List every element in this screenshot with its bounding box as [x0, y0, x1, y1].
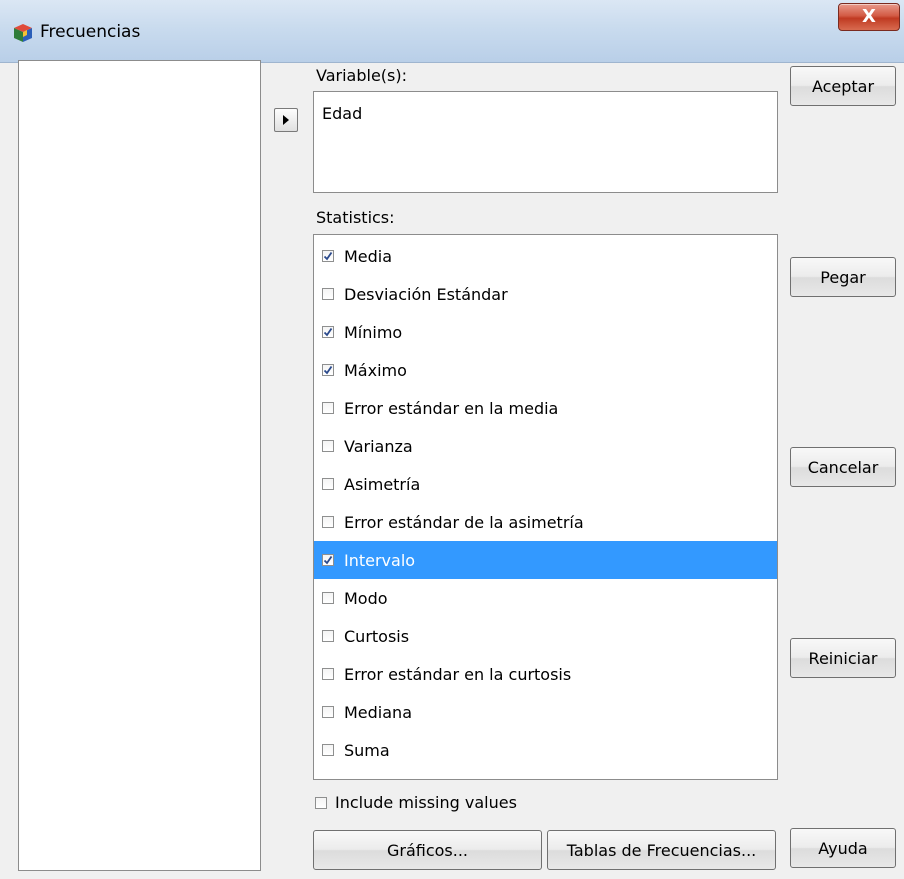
statistic-checkbox[interactable]	[322, 478, 334, 490]
source-variable-list[interactable]	[18, 60, 261, 871]
statistic-item[interactable]: Error estándar de la asimetría	[314, 503, 777, 541]
statistic-item[interactable]: Varianza	[314, 427, 777, 465]
statistic-item[interactable]: Modo	[314, 579, 777, 617]
statistic-label: Desviación Estándar	[344, 284, 508, 304]
tablas-frecuencias-label: Tablas de Frecuencias...	[566, 840, 757, 860]
ayuda-label: Ayuda	[818, 838, 868, 858]
statistic-label: Varianza	[344, 436, 413, 456]
statistic-item[interactable]: Media	[314, 237, 777, 275]
statistic-item[interactable]: Error estándar en la curtosis	[314, 655, 777, 693]
statistic-label: Modo	[344, 588, 388, 608]
cancelar-label: Cancelar	[807, 457, 879, 477]
cancelar-button[interactable]: Cancelar	[790, 447, 896, 487]
variable-item[interactable]: Edad	[322, 104, 362, 123]
statistics-list[interactable]: Media Desviación Estándar Mínimo Máximo Erro…	[313, 234, 778, 780]
statistic-checkbox[interactable]	[322, 630, 334, 642]
statistic-checkbox[interactable]	[322, 516, 334, 528]
statistic-label: Mediana	[344, 702, 412, 722]
include-missing-label: Include missing values	[335, 793, 517, 812]
statistic-item[interactable]: Curtosis	[314, 617, 777, 655]
move-variable-button[interactable]	[274, 108, 298, 132]
ayuda-button[interactable]: Ayuda	[790, 828, 896, 868]
graficos-button[interactable]: Gráficos...	[313, 830, 542, 870]
statistic-checkbox[interactable]	[322, 440, 334, 452]
aceptar-button[interactable]: Aceptar	[790, 66, 896, 106]
statistic-item[interactable]: Asimetría	[314, 465, 777, 503]
statistic-checkbox[interactable]	[322, 288, 334, 300]
statistic-checkbox[interactable]	[322, 668, 334, 680]
statistic-checkbox[interactable]	[322, 326, 334, 338]
statistic-checkbox[interactable]	[322, 744, 334, 756]
statistics-label: Statistics:	[316, 208, 395, 227]
close-button[interactable]: X	[838, 3, 900, 31]
statistic-item[interactable]: Mínimo	[314, 313, 777, 351]
statistic-item[interactable]: Suma	[314, 731, 777, 769]
statistic-checkbox[interactable]	[322, 706, 334, 718]
checkmark-icon	[323, 365, 333, 375]
checkmark-icon	[323, 327, 333, 337]
statistic-checkbox[interactable]	[322, 250, 334, 262]
statistic-checkbox[interactable]	[322, 402, 334, 414]
statistic-label: Asimetría	[344, 474, 421, 494]
reiniciar-label: Reiniciar	[808, 648, 878, 668]
statistic-item[interactable]: Máximo	[314, 351, 777, 389]
statistic-item[interactable]: Error estándar en la media	[314, 389, 777, 427]
statistic-item[interactable]: Desviación Estándar	[314, 275, 777, 313]
statistic-label: Error estándar de la asimetría	[344, 512, 584, 532]
tablas-frecuencias-button[interactable]: Tablas de Frecuencias...	[547, 830, 776, 870]
statistic-item[interactable]: Mediana	[314, 693, 777, 731]
variables-list[interactable]: Edad	[313, 91, 778, 193]
statistic-item[interactable]: Intervalo	[314, 541, 777, 579]
close-icon: X	[862, 6, 876, 27]
include-missing-option[interactable]: Include missing values	[313, 793, 517, 812]
variables-label-text: Variable(s):	[316, 66, 407, 85]
statistic-label: Error estándar en la curtosis	[344, 664, 572, 684]
arrow-right-icon	[283, 115, 289, 125]
statistics-label-text: Statistics:	[316, 208, 395, 227]
checkmark-icon	[323, 251, 333, 261]
statistic-label: Máximo	[344, 360, 407, 380]
pegar-label: Pegar	[820, 267, 866, 287]
statistic-checkbox[interactable]	[322, 592, 334, 604]
statistic-checkbox[interactable]	[322, 554, 334, 566]
statistic-checkbox[interactable]	[322, 364, 334, 376]
spss-cube-icon	[14, 24, 32, 42]
checkmark-icon	[323, 555, 333, 565]
title-bar: Frecuencias X	[0, 0, 904, 63]
statistic-label: Media	[344, 246, 393, 266]
statistic-label: Error estándar en la media	[344, 398, 559, 418]
statistic-label: Mínimo	[344, 322, 403, 342]
window-title: Frecuencias	[40, 22, 141, 42]
statistic-label: Intervalo	[344, 550, 416, 570]
aceptar-label: Aceptar	[811, 76, 875, 96]
pegar-button[interactable]: Pegar	[790, 257, 896, 297]
reiniciar-button[interactable]: Reiniciar	[790, 638, 896, 678]
variables-label: Variable(s):	[316, 66, 407, 85]
graficos-label: Gráficos...	[386, 840, 469, 860]
statistic-label: Suma	[344, 740, 390, 760]
include-missing-checkbox[interactable]	[315, 796, 327, 809]
statistic-label: Curtosis	[344, 626, 410, 646]
